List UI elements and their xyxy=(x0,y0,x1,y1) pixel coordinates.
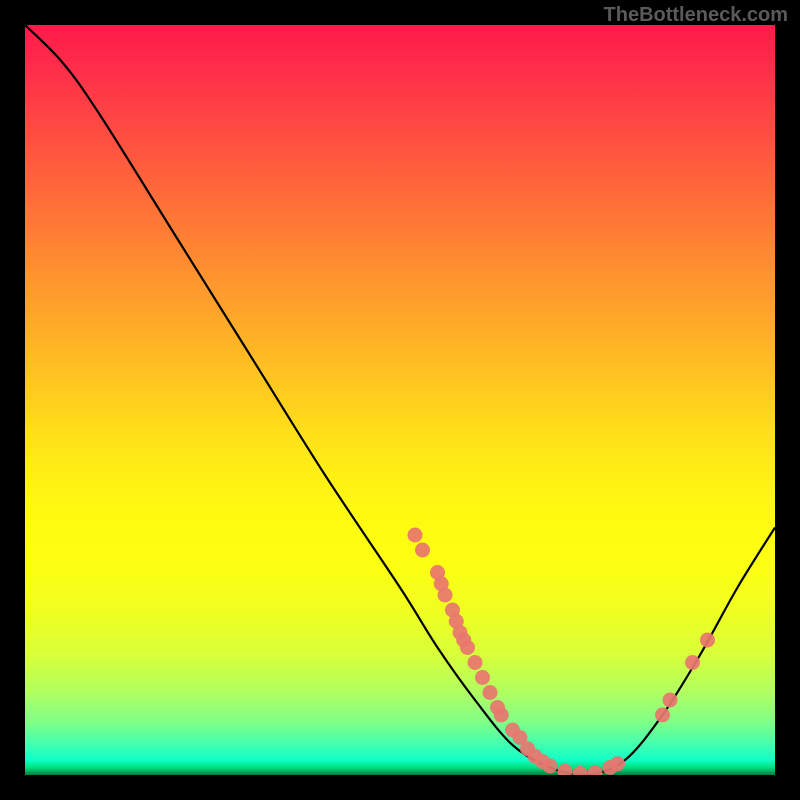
data-marker xyxy=(475,670,490,685)
data-marker xyxy=(468,655,483,670)
data-marker xyxy=(655,708,670,723)
data-markers xyxy=(408,528,716,776)
data-marker xyxy=(415,543,430,558)
data-marker xyxy=(543,759,558,774)
data-marker xyxy=(685,655,700,670)
data-marker xyxy=(460,640,475,655)
data-marker xyxy=(494,708,509,723)
data-marker xyxy=(438,588,453,603)
data-marker xyxy=(408,528,423,543)
chart-plot-area xyxy=(25,25,775,775)
data-marker xyxy=(663,693,678,708)
watermark-text: TheBottleneck.com xyxy=(604,4,788,27)
data-marker xyxy=(483,685,498,700)
data-marker xyxy=(700,633,715,648)
bottleneck-curve xyxy=(25,25,775,775)
data-marker xyxy=(573,766,588,775)
chart-svg xyxy=(25,25,775,775)
data-marker xyxy=(588,765,603,775)
data-marker xyxy=(610,756,625,771)
data-marker xyxy=(558,764,573,775)
